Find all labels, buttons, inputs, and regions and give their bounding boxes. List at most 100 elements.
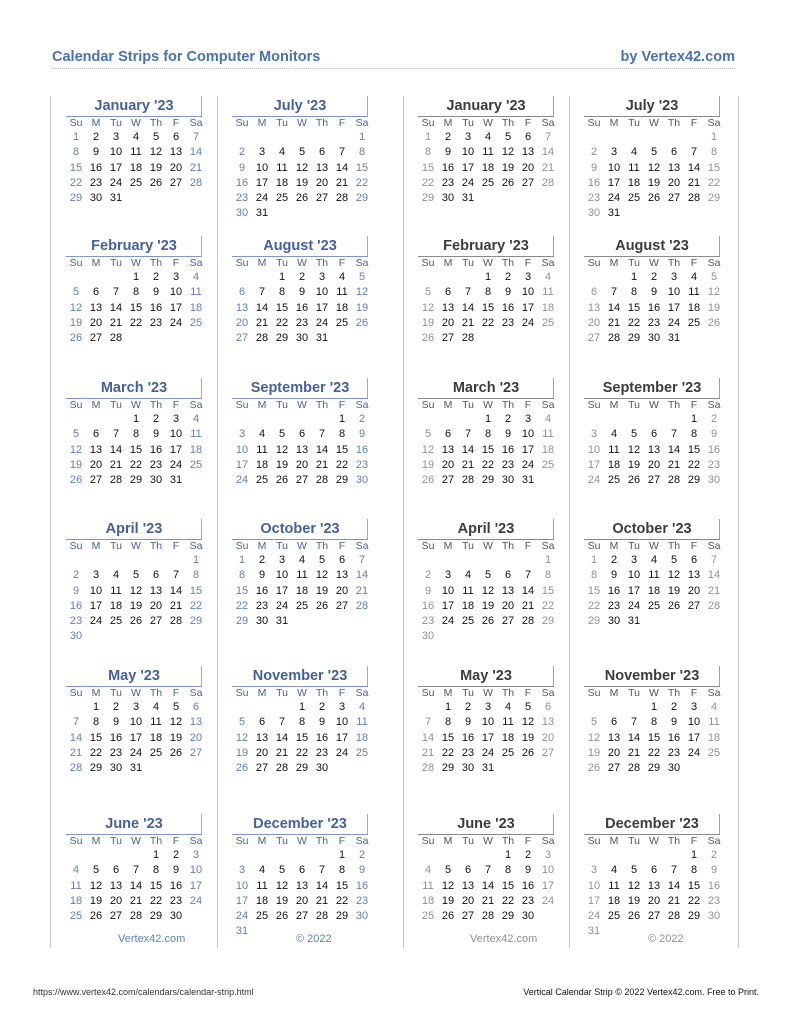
day-cell: 28 — [189, 176, 203, 189]
day-cell: 14 — [255, 301, 269, 314]
month-title: December '23 — [584, 814, 720, 835]
weekday-label: F — [690, 835, 698, 847]
day-cell: 1 — [444, 701, 452, 713]
day-cell: 12 — [627, 443, 641, 456]
day-cell: 2 — [504, 271, 512, 283]
day-cell: 4 — [424, 864, 432, 877]
day-cell: 8 — [690, 864, 698, 877]
day-cell: 13 — [315, 161, 329, 174]
day-cell: 7 — [630, 716, 638, 729]
weekday-label: Su — [587, 399, 601, 411]
day-cell: 19 — [627, 894, 641, 907]
day-cell: 24 — [481, 746, 495, 759]
day-cell: 19 — [421, 458, 435, 471]
day-cell: 18 — [69, 894, 83, 907]
weekday-label: M — [443, 687, 453, 699]
day-cell: 7 — [278, 716, 286, 729]
weekday-label: Th — [149, 399, 163, 411]
day-cell: 13 — [587, 301, 601, 314]
day-cell: 11 — [608, 879, 620, 892]
day-cell: 27 — [461, 910, 475, 923]
day-cell: 2 — [318, 701, 326, 713]
weekday-label: M — [443, 540, 453, 552]
day-cell: 23 — [707, 894, 721, 907]
day-cell: 19 — [149, 161, 163, 174]
weekday-label: F — [338, 399, 346, 411]
weekday-label: W — [297, 835, 307, 847]
day-cell: 7 — [524, 569, 532, 582]
day-cell: 21 — [315, 894, 329, 907]
day-cell: 19 — [521, 731, 535, 744]
day-cell: 8 — [298, 716, 306, 729]
weekday-label: Tu — [110, 399, 122, 411]
weekday-label: Su — [587, 540, 601, 552]
day-cell: 19 — [587, 746, 601, 759]
day-cell: 28 — [275, 762, 289, 775]
day-cell: 22 — [501, 894, 515, 907]
weekday-label: Su — [235, 257, 249, 269]
day-cell: 3 — [484, 701, 492, 713]
day-cell: 7 — [690, 146, 698, 159]
day-cell: 5 — [670, 554, 678, 566]
weekday-label: M — [91, 117, 101, 129]
day-cell: 30 — [441, 192, 455, 205]
day-cell: 15 — [89, 731, 103, 744]
day-cell: 13 — [461, 879, 475, 892]
day-cell: 5 — [72, 286, 80, 299]
day-cell: 27 — [295, 474, 309, 487]
day-cell: 1 — [424, 131, 432, 143]
month-title: August '23 — [584, 236, 720, 257]
day-cell: 5 — [92, 864, 100, 877]
day-cell: 16 — [149, 301, 163, 314]
day-cell: 19 — [647, 176, 661, 189]
day-cell: 5 — [358, 271, 366, 283]
empty-cell — [232, 270, 252, 285]
day-cell: 29 — [129, 474, 143, 487]
day-cell: 21 — [109, 316, 123, 329]
day-cell: 13 — [235, 301, 249, 314]
weekday-label: Sa — [355, 257, 369, 269]
day-cell: 24 — [315, 316, 329, 329]
day-cell: 19 — [69, 458, 83, 471]
month-block: February '23 Su M Tu W Th F Sa 1 2 3 4 5 6 7 8 9 10 11 12 13… — [404, 236, 556, 346]
day-cell: 13 — [667, 161, 681, 174]
day-cell: 30 — [295, 332, 309, 345]
day-cell: 16 — [89, 161, 103, 174]
day-cell: 21 — [667, 894, 681, 907]
day-cell: 22 — [69, 176, 83, 189]
day-cell: 16 — [169, 879, 183, 892]
day-cell: 30 — [707, 474, 721, 487]
day-cell: 28 — [109, 332, 123, 345]
strip-divider — [50, 96, 51, 948]
day-cell: 29 — [69, 192, 83, 205]
day-cell: 23 — [315, 746, 329, 759]
day-cell: 10 — [587, 879, 601, 892]
day-cell: 26 — [355, 316, 369, 329]
day-cell: 2 — [112, 701, 120, 713]
day-cell: 10 — [627, 569, 641, 582]
day-cell: 28 — [667, 474, 681, 487]
day-cell: 7 — [710, 554, 718, 566]
day-cell: 24 — [627, 599, 641, 612]
day-cell: 26 — [149, 176, 163, 189]
day-cell: 29 — [355, 192, 369, 205]
weekday-label: W — [483, 540, 493, 552]
day-cell: 31 — [481, 762, 495, 775]
month-grid: Su M Tu W Th F Sa 1 2 3 4 5 6 7 8 9 10 11 12 13 14 15 16 17 18 19… — [584, 117, 724, 222]
day-cell: 16 — [421, 599, 435, 612]
day-cell: 19 — [129, 599, 143, 612]
day-cell: 2 — [650, 271, 658, 283]
month-title: January '23 — [418, 96, 554, 117]
day-cell: 18 — [541, 301, 555, 314]
day-cell: 17 — [275, 584, 289, 597]
weekday-label: Su — [69, 540, 83, 552]
day-cell: 12 — [667, 569, 681, 582]
empty-cell — [438, 412, 458, 427]
day-cell: 16 — [315, 731, 329, 744]
day-cell: 24 — [189, 894, 203, 907]
day-cell: 20 — [461, 894, 475, 907]
weekday-label: M — [91, 687, 101, 699]
day-cell: 28 — [687, 192, 701, 205]
day-cell: 23 — [707, 458, 721, 471]
empty-cell — [106, 270, 126, 285]
